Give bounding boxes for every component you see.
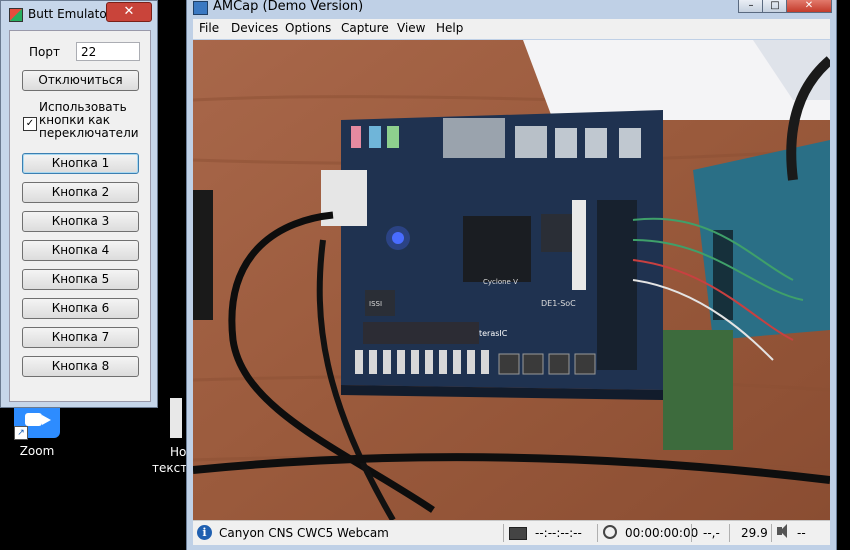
close-button[interactable]: ✕ [786,0,832,13]
vendor-logo: terasIC [479,329,508,338]
port-label: Порт [29,45,60,59]
usb-port-3 [619,128,641,158]
butt-emulator-client: Порт 22 Отключиться ✓ Использовать кнопк… [9,30,151,402]
disconnect-button[interactable]: Отключиться [22,70,139,91]
button-4[interactable]: Кнопка 4 [22,240,139,261]
fps-value: 29.9 [741,526,768,540]
board-name-label: DE1-SoC [541,299,576,308]
menu-capture[interactable]: Capture [341,21,389,35]
connector-pink [351,126,361,148]
button-3[interactable]: Кнопка 3 [22,211,139,232]
menu-bar: File Devices Options Capture View Help [193,19,830,39]
amcap-window: AMCap (Demo Version) – □ ✕ File Devices … [186,0,837,550]
amcap-app-icon [193,1,208,15]
seven-segment-display [363,322,479,344]
ethernet-port [515,126,547,158]
note-label-line2: текст [152,461,188,475]
window-title: Butt Emulator [28,7,112,21]
menu-file[interactable]: File [199,21,219,35]
elapsed-time: 00:00:00:00 [625,526,699,540]
use-as-switches-checkbox[interactable]: ✓ [23,117,37,131]
menu-devices[interactable]: Devices [231,21,278,35]
button-8[interactable]: Кнопка 8 [22,356,139,377]
use-as-switches-label: Использовать кнопки как переключатели [39,100,139,140]
vga-port [443,118,505,158]
note-label-line1: Но [170,445,187,459]
connector-blue [369,126,381,148]
menu-view[interactable]: View [397,21,425,35]
frames-dropped: --,- [703,526,720,540]
usb-port-1 [555,128,577,158]
webcam-frame: terasIC Cyclone V DE1-SoC ISSI [193,40,830,520]
webcam-preview: terasIC Cyclone V DE1-SoC ISSI [193,40,830,520]
fpga-chip [463,216,531,282]
app-icon [9,8,23,22]
blue-led-glow [386,226,410,250]
zoom-icon-label: Zoom [19,444,55,458]
connector-green [387,126,399,148]
button-2[interactable]: Кнопка 2 [22,182,139,203]
butt-emulator-window: Butt Emulator ✕ Порт 22 Отключиться ✓ Ис… [0,0,158,408]
right-header [597,200,637,370]
close-button[interactable]: ✕ [106,2,152,22]
minimize-button[interactable]: – [738,0,764,13]
video-camera-icon [25,413,51,426]
status-separator [691,524,692,542]
device-name: Canyon CNS CWC5 Webcam [219,526,389,540]
usb-port-2 [585,128,607,158]
button-5[interactable]: Кнопка 5 [22,269,139,290]
arduino-header [713,230,733,320]
status-separator [597,524,598,542]
port-input[interactable]: 22 [76,42,140,61]
butt-emulator-titlebar: Butt Emulator ✕ [1,1,157,27]
status-bar: i Canyon CNS CWC5 Webcam --:--:--:-- 00:… [193,520,830,545]
volume-value: -- [797,526,806,540]
stopwatch-icon [603,525,617,539]
breadboard-module [663,330,733,450]
dark-object-left [193,190,213,320]
menu-help[interactable]: Help [436,21,463,35]
status-separator [729,524,730,542]
board-sticker [572,200,586,290]
memory-chip-label: ISSI [369,300,382,308]
status-separator [771,524,772,542]
frame-counter: --:--:--:-- [535,526,582,540]
amcap-window-title: AMCap (Demo Version) [213,0,364,14]
text-document-icon[interactable] [170,398,182,438]
film-icon [509,527,527,540]
shortcut-arrow-icon: ↗ [14,426,28,440]
button-6[interactable]: Кнопка 6 [22,298,139,319]
status-separator [503,524,504,542]
info-icon: i [197,525,212,540]
maximize-button[interactable]: □ [762,0,788,13]
speaker-icon [777,524,787,538]
button-7[interactable]: Кнопка 7 [22,327,139,348]
menu-options[interactable]: Options [285,21,331,35]
button-1[interactable]: Кнопка 1 [22,153,139,174]
fpga-brand-label: Cyclone V [483,278,518,286]
